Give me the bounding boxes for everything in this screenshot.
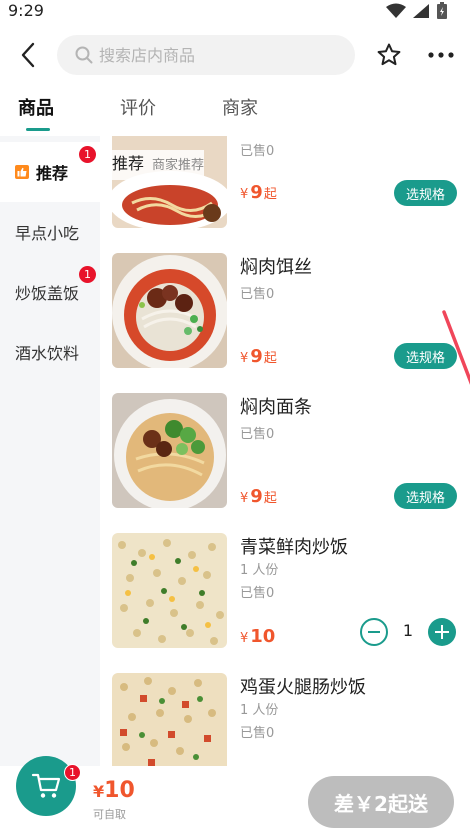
wifi-icon (386, 3, 406, 23)
category-badge: 1 (79, 266, 96, 283)
product-list[interactable]: 推荐 商家推荐 已售0 ¥9起 选规格 焖肉饵丝 已售0 ¥ 9起 选规格 焖肉… (100, 136, 470, 766)
item-price: ¥9起 (240, 486, 277, 507)
item-sold-count: 已售0 (240, 427, 275, 442)
item-name: 青菜鲜肉炒饭 (240, 537, 348, 558)
thumbs-up-icon (15, 165, 29, 179)
sidebar-item-label: 酒水饮料 (15, 344, 80, 363)
list-item[interactable]: 焖肉面条 已售0 ¥9起 选规格 (100, 393, 470, 533)
sidebar-item-label: 炒饭盖饭 (15, 284, 80, 303)
battery-icon (436, 2, 448, 24)
back-arrow-icon (21, 42, 35, 68)
select-spec-button[interactable]: 选规格 (394, 343, 457, 369)
shopping-cart-icon (31, 773, 61, 798)
store-tabs: 商品 评价 商家 (0, 86, 470, 136)
search-icon (75, 46, 93, 64)
item-name: 焖肉饵丝 (240, 257, 312, 278)
category-badge: 1 (79, 146, 96, 163)
list-item[interactable]: 青菜鲜肉炒饭 1 人份 已售0 ¥10 1 (100, 533, 470, 673)
section-subtitle: 商家推荐 (152, 158, 205, 173)
increase-quantity-button[interactable] (428, 618, 456, 646)
plus-icon (435, 625, 449, 639)
product-image (112, 533, 227, 648)
item-portion: 1 人份 (240, 703, 279, 718)
checkout-button[interactable]: 差￥2起送 (308, 776, 454, 828)
star-icon (377, 43, 401, 66)
product-image (112, 253, 227, 368)
cart-total: ¥10 (93, 778, 135, 803)
cart-bar: 1 ¥10 可自取 差￥2起送 (0, 756, 470, 837)
favorite-button[interactable] (374, 40, 404, 70)
decrease-quantity-button[interactable] (360, 618, 388, 646)
quantity-value: 1 (402, 621, 414, 640)
sidebar-item-drinks[interactable]: 酒水饮料 (0, 322, 100, 382)
sidebar-item-breakfast[interactable]: 早点小吃 (0, 202, 100, 262)
item-sold-count: 已售0 (240, 144, 275, 159)
product-image (112, 393, 227, 508)
tab-merchant[interactable]: 商家 (222, 94, 258, 120)
item-sold-count: 已售0 (240, 287, 275, 302)
item-price: ¥10 (240, 626, 276, 647)
more-button[interactable] (424, 40, 458, 70)
item-portion: 1 人份 (240, 563, 279, 578)
section-header: 推荐 商家推荐 (100, 150, 205, 180)
item-name: 鸡蛋火腿肠炒饭 (240, 677, 366, 698)
minus-icon (368, 631, 380, 633)
item-price: ¥9起 (240, 346, 277, 367)
back-button[interactable] (14, 40, 42, 70)
list-item[interactable]: 鸡蛋火腿肠炒饭 1 人份 已售0 (100, 673, 470, 766)
select-spec-button[interactable]: 选规格 (394, 180, 457, 206)
sidebar-item-label: 推荐 (36, 164, 69, 183)
tab-active-indicator (26, 128, 50, 131)
select-spec-button[interactable]: 选规格 (394, 483, 457, 509)
cart-count-badge: 1 (64, 764, 81, 781)
item-sold-count: 已售0 (240, 586, 275, 601)
sidebar-item-label: 早点小吃 (15, 224, 80, 243)
product-image (112, 673, 227, 766)
more-dots-icon (428, 52, 454, 58)
section-title: 推荐 (112, 154, 145, 173)
status-bar: 9:29 (0, 0, 470, 24)
item-sold-count: 已售0 (240, 726, 275, 741)
search-bar[interactable] (57, 35, 355, 75)
category-sidebar: 推荐 1 早点小吃 炒饭盖饭 1 酒水饮料 (0, 136, 100, 766)
list-item[interactable]: 焖肉饵丝 已售0 ¥9起 选规格 (100, 253, 470, 393)
pickup-label: 可自取 (93, 808, 126, 821)
tab-reviews[interactable]: 评价 (120, 94, 156, 120)
signal-icon (412, 3, 430, 23)
search-input[interactable] (99, 45, 339, 65)
store-header (0, 32, 470, 78)
status-time: 9:29 (8, 1, 44, 20)
item-price: ¥9起 (240, 182, 277, 203)
item-name: 焖肉面条 (240, 397, 312, 418)
tab-products[interactable]: 商品 (18, 94, 54, 120)
